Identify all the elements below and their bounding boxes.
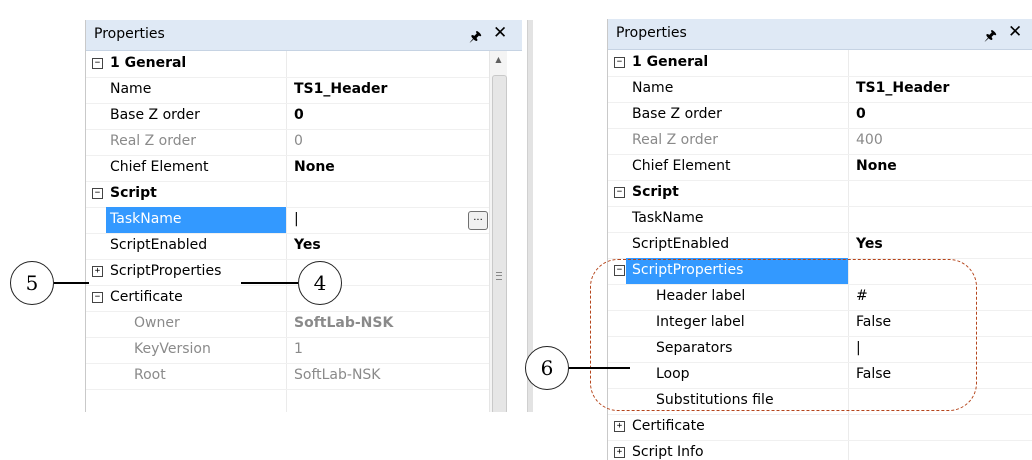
property-name: Certificate bbox=[110, 289, 183, 305]
property-row-certificate[interactable]: − Certificate bbox=[86, 285, 489, 312]
property-name: Name bbox=[110, 81, 152, 97]
callout-6-leader bbox=[569, 367, 630, 369]
property-name: TaskName bbox=[632, 210, 704, 226]
property-name: Real Z order bbox=[110, 133, 197, 149]
property-row-root[interactable]: Root SoftLab-NSK bbox=[86, 363, 489, 390]
property-name: Name bbox=[632, 80, 674, 96]
property-value[interactable]: 0 bbox=[294, 133, 303, 149]
property-value[interactable]: | bbox=[294, 211, 299, 227]
property-value[interactable]: TS1_Header bbox=[856, 80, 949, 96]
panel-title: Properties bbox=[616, 25, 687, 41]
property-row-script-info[interactable]: + Script Info bbox=[608, 440, 1032, 460]
property-row-chief-element[interactable]: Chief Element None bbox=[608, 154, 1032, 181]
property-name: ScriptEnabled bbox=[632, 236, 730, 252]
property-name: Base Z order bbox=[632, 106, 722, 122]
properties-titlebar: Properties 🖈︎ ✕ bbox=[86, 20, 522, 51]
property-row-name[interactable]: Name TS1_Header bbox=[86, 77, 489, 104]
collapse-icon[interactable]: − bbox=[92, 292, 103, 303]
property-row-chief-element[interactable]: Chief Element None bbox=[86, 155, 489, 182]
property-value[interactable]: None bbox=[856, 158, 897, 174]
property-row-1-general[interactable]: −1 General bbox=[86, 51, 489, 78]
property-row-owner[interactable]: Owner SoftLab-NSK bbox=[86, 311, 489, 338]
property-row-base-z-order[interactable]: Base Z order 0 bbox=[608, 102, 1032, 129]
property-name: TaskName bbox=[110, 211, 182, 227]
expand-icon[interactable]: + bbox=[614, 447, 625, 458]
property-row-scriptenabled[interactable]: ScriptEnabled Yes bbox=[86, 233, 489, 260]
property-name: Script bbox=[110, 185, 157, 201]
pin-icon[interactable]: 🖈︎ bbox=[469, 26, 482, 50]
collapse-icon[interactable]: − bbox=[92, 58, 103, 69]
property-name: Owner bbox=[134, 315, 180, 331]
callout-5: 5 bbox=[10, 261, 54, 305]
close-icon[interactable]: ✕ bbox=[1008, 22, 1022, 42]
property-name: Certificate bbox=[632, 418, 705, 434]
property-name: Base Z order bbox=[110, 107, 200, 123]
pin-icon[interactable]: 🖈︎ bbox=[984, 25, 997, 49]
highlight-dashed-outline bbox=[590, 259, 977, 411]
property-value[interactable]: 0 bbox=[856, 106, 866, 122]
property-value[interactable]: Yes bbox=[294, 237, 321, 253]
property-name: Chief Element bbox=[632, 158, 731, 174]
property-value[interactable]: 400 bbox=[856, 132, 883, 148]
property-value[interactable]: TS1_Header bbox=[294, 81, 387, 97]
property-name: 1 General bbox=[632, 54, 709, 70]
callout-4: 4 bbox=[298, 261, 342, 305]
properties-titlebar: Properties 🖈︎ ✕ bbox=[608, 19, 1032, 50]
expand-icon[interactable]: + bbox=[614, 421, 625, 432]
callout-4-leader bbox=[241, 282, 298, 284]
property-row-real-z-order[interactable]: Real Z order 400 bbox=[608, 128, 1032, 155]
property-name: Real Z order bbox=[632, 132, 719, 148]
property-row-base-z-order[interactable]: Base Z order 0 bbox=[86, 103, 489, 130]
ellipsis-browse-button[interactable]: ... bbox=[468, 211, 488, 230]
property-name: ScriptEnabled bbox=[110, 237, 208, 253]
property-value[interactable]: 0 bbox=[294, 107, 304, 123]
property-name: Root bbox=[134, 367, 166, 383]
collapse-icon[interactable]: − bbox=[92, 188, 103, 199]
property-row-certificate[interactable]: + Certificate bbox=[608, 414, 1032, 441]
property-row-taskname[interactable]: TaskName |... bbox=[86, 207, 489, 234]
panel-title: Properties bbox=[94, 26, 165, 42]
property-name: 1 General bbox=[110, 55, 187, 71]
property-row-script[interactable]: − Script bbox=[608, 180, 1032, 207]
property-value[interactable]: 1 bbox=[294, 341, 303, 357]
property-value[interactable]: Yes bbox=[856, 236, 883, 252]
property-value[interactable]: None bbox=[294, 159, 335, 175]
left-properties-panel: Properties 🖈︎ ✕ −1 General Name TS1_Header… bbox=[85, 20, 522, 412]
collapse-icon[interactable]: − bbox=[614, 187, 625, 198]
property-row-name[interactable]: Name TS1_Header bbox=[608, 76, 1032, 103]
property-row-script[interactable]: − Script bbox=[86, 181, 489, 208]
scroll-up-arrow-icon[interactable]: ▲ bbox=[490, 51, 507, 68]
property-name: Script bbox=[632, 184, 679, 200]
property-row-1-general[interactable]: −1 General bbox=[608, 50, 1032, 77]
property-row-keyversion[interactable]: KeyVersion 1 bbox=[86, 337, 489, 364]
property-name: Script Info bbox=[632, 444, 704, 460]
callout-5-leader bbox=[54, 282, 89, 284]
property-name: Chief Element bbox=[110, 159, 209, 175]
close-icon[interactable]: ✕ bbox=[493, 23, 507, 43]
property-row-scriptenabled[interactable]: ScriptEnabled Yes bbox=[608, 232, 1032, 259]
property-row-real-z-order[interactable]: Real Z order 0 bbox=[86, 129, 489, 156]
collapse-icon[interactable]: − bbox=[614, 57, 625, 68]
property-row-taskname[interactable]: TaskName bbox=[608, 206, 1032, 233]
callout-6: 6 bbox=[525, 346, 569, 390]
grip-icon bbox=[496, 272, 502, 280]
scroll-thumb[interactable] bbox=[492, 75, 507, 412]
property-name: KeyVersion bbox=[134, 341, 211, 357]
property-name: ScriptProperties bbox=[110, 263, 222, 279]
property-value[interactable]: SoftLab-NSK bbox=[294, 367, 380, 383]
vertical-scrollbar[interactable]: ▲ bbox=[489, 51, 507, 412]
property-value[interactable]: SoftLab-NSK bbox=[294, 315, 393, 331]
expand-icon[interactable]: + bbox=[92, 266, 103, 277]
